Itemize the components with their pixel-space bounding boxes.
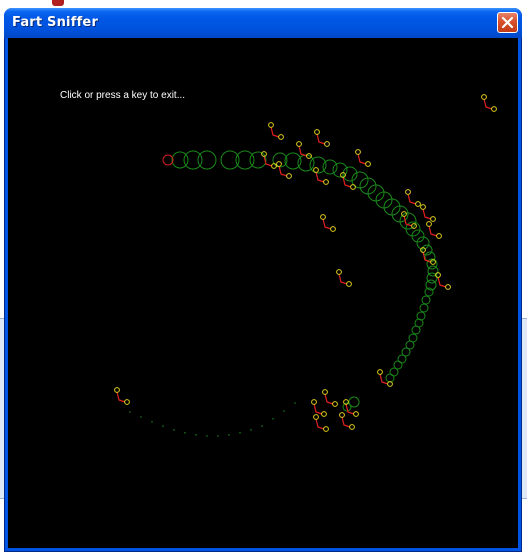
sniffer-joint [313, 414, 319, 420]
sniffer-joint [365, 161, 371, 167]
sniffer-joint [436, 233, 442, 239]
sniffer-joint [491, 106, 497, 112]
sniffer-joint [311, 399, 317, 405]
sniffer-joint [322, 389, 328, 395]
trail-circle [322, 159, 338, 175]
trail-circle [421, 295, 431, 305]
sniffer-joint [314, 129, 320, 135]
sniffer-joint [268, 122, 274, 128]
sniffer-joint [313, 167, 319, 173]
dust-dot [239, 431, 241, 434]
sniffer-joint [355, 149, 361, 155]
sniffer-joint [420, 204, 426, 210]
exit-instruction: Click or press a key to exit... [60, 90, 186, 101]
sniffer-leg [403, 215, 413, 227]
sniffer-leg [338, 273, 348, 285]
sniffer-leg [324, 393, 334, 405]
sniffer-joint [481, 94, 487, 100]
sniffer-leg [315, 171, 325, 183]
sniffer-joint [346, 281, 352, 287]
sniffer-joint [430, 216, 436, 222]
dust-dot [140, 416, 142, 418]
sniffer-joint [321, 411, 327, 417]
dust-dot [261, 425, 263, 427]
sniffer-joint [336, 269, 342, 275]
sniffer-leg [298, 145, 308, 157]
sniffer-joint [332, 401, 338, 407]
sniffer-joint [377, 369, 383, 375]
desktop-background-strip [522, 318, 527, 498]
sniffer-leg [422, 208, 432, 220]
sniffer-joint [323, 179, 329, 185]
sniffer-joint [296, 141, 302, 147]
sniffer-joint [426, 221, 432, 227]
sniffer-joint [353, 411, 359, 417]
trail-circle [385, 373, 395, 383]
sniffer-joint [349, 424, 355, 430]
dust-dot [272, 417, 274, 420]
trail-circle [397, 354, 407, 364]
dust-dot [283, 410, 285, 412]
app-window: Fart Sniffer Click or press a key to exi… [4, 8, 522, 552]
dust-dot [129, 411, 131, 413]
sniffer-joint [330, 226, 336, 232]
sniffer-leg [341, 416, 351, 428]
close-x-icon [501, 16, 514, 29]
close-button[interactable] [497, 12, 518, 33]
trail-circle [389, 367, 399, 377]
sniffer-joint [278, 134, 284, 140]
sniffer-leg [278, 165, 288, 177]
sniffer-leg [428, 225, 438, 237]
sniffer-joint [339, 412, 345, 418]
dust-dot [151, 420, 153, 423]
dust-dot [173, 429, 175, 431]
sniffer-joint [350, 184, 356, 190]
sniffer-leg [483, 98, 493, 110]
sniffer-joint [286, 173, 292, 179]
window-title: Fart Sniffer [12, 15, 99, 30]
trail-circle [411, 325, 421, 335]
sniffer-leg [270, 126, 280, 138]
trail-circle [249, 151, 267, 169]
sniffer-joint [324, 141, 330, 147]
trail-circle [197, 150, 217, 170]
sniffer-joint [320, 214, 326, 220]
sniffer-joint [343, 399, 349, 405]
dust-dot [294, 402, 296, 404]
dust-dot [217, 435, 219, 437]
sniffer-leg [316, 133, 326, 145]
sniffer-joint [323, 426, 329, 432]
sniffer-leg [313, 403, 323, 415]
sniffer-joint [405, 189, 411, 195]
dust-dot [195, 434, 197, 436]
sniffer-leg [315, 418, 325, 430]
dust-dot [184, 431, 186, 434]
sniffer-leg [437, 276, 447, 288]
dust-dot [206, 435, 208, 437]
sniffer-joint [415, 201, 421, 207]
trail-circle [183, 150, 203, 170]
sniffer-joint [276, 161, 282, 167]
scene-svg [114, 94, 497, 437]
sniffer-joint [124, 399, 130, 405]
sniffer-joint [420, 247, 426, 253]
desktop-icon [52, 0, 64, 6]
trail-circle [427, 265, 439, 277]
screensaver-canvas[interactable]: Click or press a key to exit... [8, 38, 518, 548]
sniffer-joint [114, 387, 120, 393]
sniffer-joint [445, 284, 451, 290]
dust-dot [228, 434, 230, 436]
sniffer-leg [116, 391, 126, 403]
sniffer-leg [407, 193, 417, 205]
sniffer-leg [322, 218, 332, 230]
sniffer-leg [357, 153, 367, 165]
title-bar[interactable]: Fart Sniffer [4, 8, 522, 38]
dust-dot [162, 425, 164, 427]
trail-circle [419, 303, 429, 313]
dust-dot [250, 429, 252, 431]
